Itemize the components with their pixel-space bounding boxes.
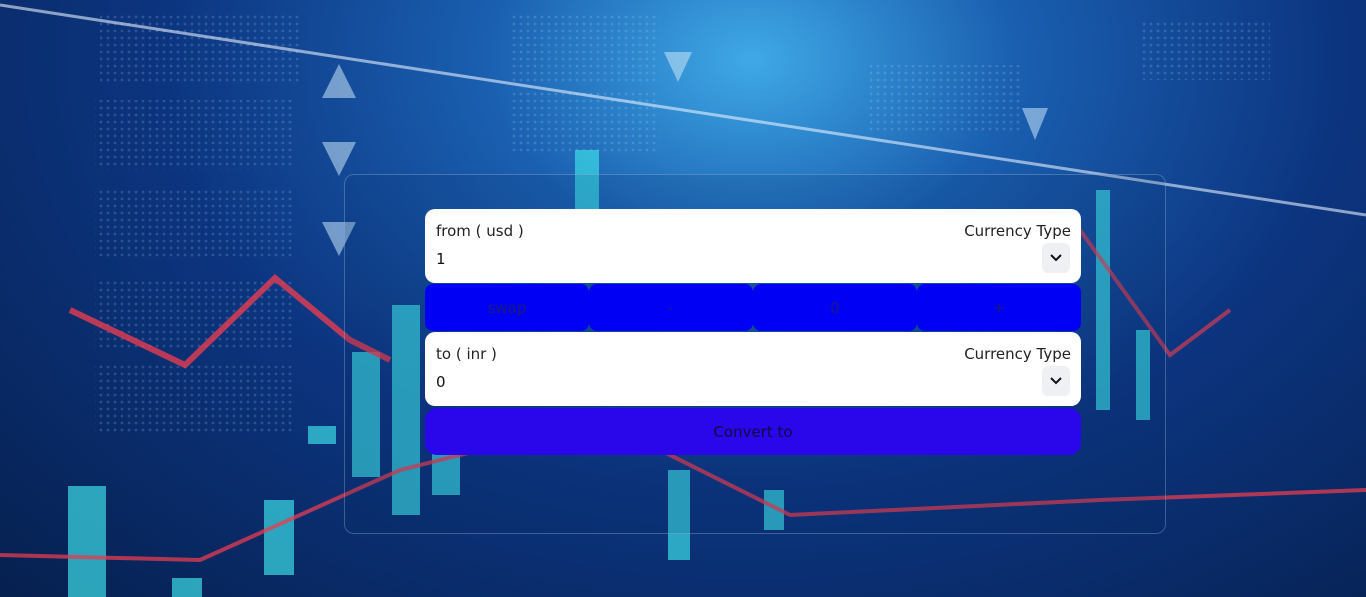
from-currency-type-label: Currency Type xyxy=(964,222,1071,240)
to-label: to ( inr ) xyxy=(436,345,497,363)
control-row: swap - 0 + xyxy=(425,284,1081,331)
chevron-down-icon xyxy=(1050,377,1062,385)
from-label: from ( usd ) xyxy=(436,222,524,240)
to-currency-select[interactable] xyxy=(1042,366,1070,396)
zero-button[interactable]: 0 xyxy=(753,284,917,331)
minus-button[interactable]: - xyxy=(589,284,753,331)
chevron-down-icon xyxy=(1050,254,1062,262)
from-card: from ( usd ) Currency Type xyxy=(425,209,1081,283)
from-currency-select[interactable] xyxy=(1042,243,1070,273)
convert-button[interactable]: Convert to xyxy=(425,408,1081,455)
to-currency-type-label: Currency Type xyxy=(964,345,1071,363)
to-card: to ( inr ) Currency Type xyxy=(425,332,1081,406)
from-amount-input[interactable] xyxy=(436,249,996,269)
swap-button[interactable]: swap xyxy=(425,284,589,331)
plus-button[interactable]: + xyxy=(917,284,1081,331)
to-amount-input[interactable] xyxy=(436,372,996,392)
